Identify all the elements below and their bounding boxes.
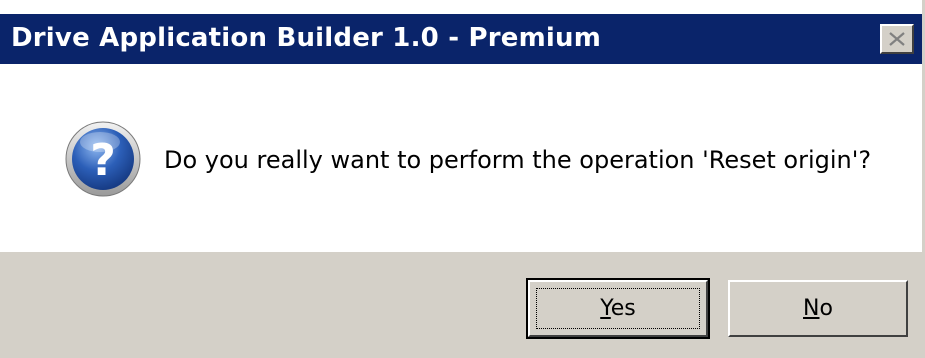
- no-accel-key: N: [803, 296, 820, 321]
- yes-accel-key: Y: [600, 296, 611, 321]
- dialog-body: ? Do you really want to perform the oper…: [0, 64, 922, 252]
- button-bar: Yes No: [0, 252, 922, 358]
- message-dialog: Drive Application Builder 1.0 - Premium: [0, 0, 925, 358]
- close-button[interactable]: [880, 24, 914, 54]
- title-bar[interactable]: Drive Application Builder 1.0 - Premium: [0, 14, 922, 64]
- no-button[interactable]: No: [728, 280, 908, 337]
- yes-label-rest: es: [610, 296, 636, 321]
- message-text: Do you really want to perform the operat…: [164, 146, 872, 174]
- question-icon: ?: [65, 121, 141, 197]
- yes-button[interactable]: Yes: [526, 278, 710, 339]
- close-x-icon: [889, 32, 905, 46]
- no-label-rest: o: [819, 296, 833, 321]
- svg-text:?: ?: [90, 135, 116, 186]
- window-title: Drive Application Builder 1.0 - Premium: [11, 23, 601, 53]
